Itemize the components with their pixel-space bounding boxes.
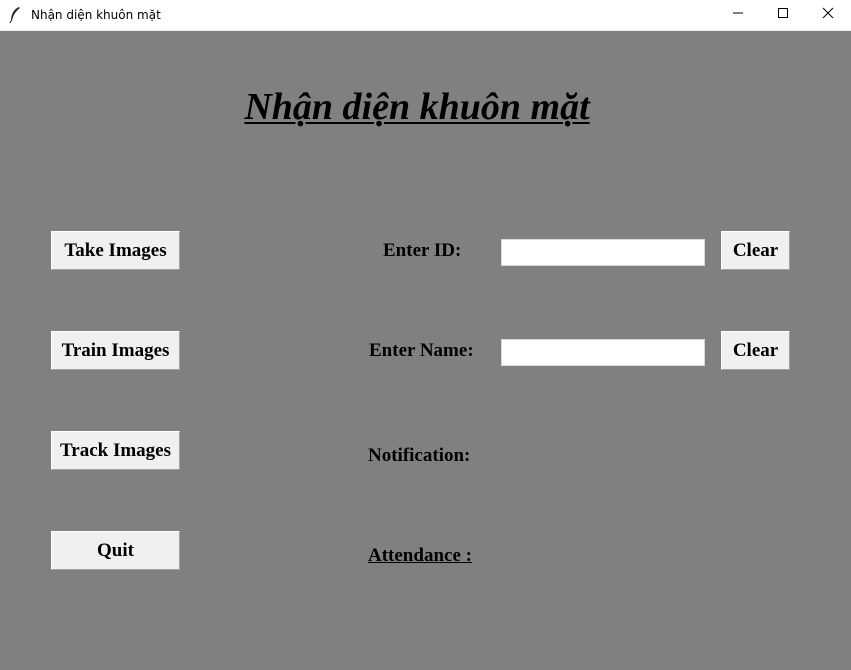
- window-title: Nhận diện khuôn mặt: [31, 8, 161, 22]
- track-images-button[interactable]: Track Images: [51, 431, 180, 470]
- name-label: Enter Name:: [369, 340, 474, 361]
- title-bar: Nhận diện khuôn mặt: [0, 0, 851, 31]
- maximize-icon: [777, 6, 789, 24]
- name-input[interactable]: [501, 339, 705, 366]
- page-title: Nhận diện khuôn mặt: [244, 86, 590, 128]
- maximize-button[interactable]: [760, 0, 806, 30]
- minimize-button[interactable]: [715, 0, 761, 30]
- feather-icon: [8, 6, 24, 24]
- quit-button[interactable]: Quit: [51, 531, 180, 570]
- train-images-button[interactable]: Train Images: [51, 331, 180, 370]
- minimize-icon: [732, 6, 744, 24]
- take-images-button[interactable]: Take Images: [51, 231, 180, 270]
- clear-name-button[interactable]: Clear: [721, 331, 790, 370]
- close-icon: [822, 6, 834, 24]
- notification-label: Notification:: [368, 445, 471, 466]
- id-label: Enter ID:: [383, 240, 462, 261]
- id-input[interactable]: [501, 239, 705, 266]
- attendance-label: Attendance :: [368, 545, 472, 566]
- clear-id-button[interactable]: Clear: [721, 231, 790, 270]
- app-window: Nhận diện khuôn mặt Nhận diện khuôn mặt …: [0, 0, 851, 670]
- close-button[interactable]: [805, 0, 851, 30]
